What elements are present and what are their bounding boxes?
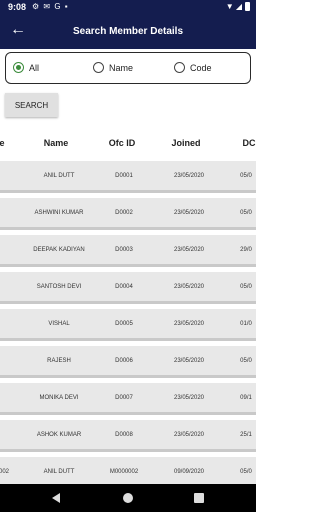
cell-joined: 23/05/2020 <box>173 210 205 216</box>
cell-name: MONIKA DEVI <box>39 395 79 401</box>
table-row[interactable]: ASHOK KUMAR D0008 23/05/2020 25/1 <box>0 420 256 452</box>
cell-joined: 23/05/2020 <box>173 432 205 438</box>
cell-name: ASHOK KUMAR <box>36 432 82 438</box>
table-row[interactable]: ANIL DUTT D0001 23/05/2020 05/0 <box>0 161 256 193</box>
radio-checked-icon <box>13 62 24 73</box>
radio-all[interactable]: All <box>13 62 39 73</box>
cell-ofc-id: D0003 <box>115 247 133 253</box>
search-button[interactable]: SEARCH <box>5 93 58 117</box>
radio-all-label: All <box>29 62 40 73</box>
battery-icon <box>245 2 250 11</box>
nav-recents-icon[interactable] <box>194 493 204 503</box>
table-row[interactable]: 002 ANIL DUTT M0000002 09/09/2020 05/0 <box>0 457 256 484</box>
radio-code[interactable]: Code <box>174 62 212 73</box>
radio-name[interactable]: Name <box>93 62 133 73</box>
cell-dc: 05/0 <box>240 469 252 475</box>
cell-name: ANIL DUTT <box>43 469 75 475</box>
cell-dc: 05/0 <box>240 173 252 179</box>
table-header: e Name Ofc ID Joined DC <box>0 124 256 158</box>
cell-ofc-id: D0006 <box>115 358 133 364</box>
cell-dc: 05/0 <box>240 210 252 216</box>
table-row[interactable]: DEEPAK KADIYAN D0003 23/05/2020 29/0 <box>0 235 256 267</box>
cell-dc: 09/1 <box>240 395 252 401</box>
radio-name-label: Name <box>109 62 134 73</box>
cell-dc: 25/1 <box>240 432 252 438</box>
cell-name: RAJESH <box>47 358 71 364</box>
table-row[interactable]: ASHWINI KUMAR D0002 23/05/2020 05/0 <box>0 198 256 230</box>
header-ofc-id: Ofc ID <box>108 138 136 148</box>
cell-col-0: 002 <box>0 469 10 475</box>
cell-joined: 23/05/2020 <box>173 247 205 253</box>
cell-dc: 05/0 <box>240 284 252 290</box>
cell-joined: 23/05/2020 <box>173 173 205 179</box>
status-bar: 9:08 ⚙ ✉ G ▪ ▼ ◢ <box>0 0 256 15</box>
cell-name: VISHAL <box>48 321 70 327</box>
cell-name: ANIL DUTT <box>43 173 75 179</box>
nav-back-icon[interactable] <box>52 493 60 503</box>
header-dc: DC <box>242 138 256 148</box>
cell-joined: 23/05/2020 <box>173 321 205 327</box>
status-right: ▼ ◢ <box>226 2 250 11</box>
cell-joined: 09/09/2020 <box>173 469 205 475</box>
table-row[interactable]: MONIKA DEVI D0007 23/05/2020 09/1 <box>0 383 256 415</box>
status-time: 9:08 <box>8 2 27 12</box>
system-nav-bar <box>0 484 256 512</box>
signal-icon: ▼ ◢ <box>225 2 242 11</box>
header-joined: Joined <box>171 138 201 148</box>
cell-name: SANTOSH DEVI <box>36 284 82 290</box>
cell-ofc-id: D0007 <box>115 395 133 401</box>
app-bar: ← Search Member Details <box>0 15 256 49</box>
cell-ofc-id: D0008 <box>115 432 133 438</box>
table-row[interactable]: RAJESH D0006 23/05/2020 05/0 <box>0 346 256 378</box>
header-name: Name <box>43 138 69 148</box>
table-row[interactable]: VISHAL D0005 23/05/2020 01/0 <box>0 309 256 341</box>
cell-ofc-id: D0001 <box>115 173 133 179</box>
cell-dc: 01/0 <box>240 321 252 327</box>
page-title: Search Member Details <box>72 26 184 37</box>
cell-ofc-id: D0002 <box>115 210 133 216</box>
cell-ofc-id: M0000002 <box>109 469 139 475</box>
radio-code-label: Code <box>190 62 212 73</box>
nav-home-icon[interactable] <box>123 493 133 503</box>
radio-unchecked-icon <box>93 62 104 73</box>
header-col-0: e <box>0 138 5 148</box>
cell-dc: 29/0 <box>240 247 252 253</box>
cell-joined: 23/05/2020 <box>173 395 205 401</box>
filter-radio-group: All Name Code <box>5 52 251 84</box>
cell-joined: 23/05/2020 <box>173 358 205 364</box>
members-table[interactable]: e Name Ofc ID Joined DC ANIL DUTT D0001 … <box>0 124 256 484</box>
radio-unchecked-icon <box>174 62 185 73</box>
cell-ofc-id: D0005 <box>115 321 133 327</box>
table-row[interactable]: SANTOSH DEVI D0004 23/05/2020 05/0 <box>0 272 256 304</box>
cell-name: DEEPAK KADIYAN <box>33 247 85 253</box>
notification-icons: ⚙ ✉ G ▪ <box>32 2 69 11</box>
cell-dc: 05/0 <box>240 358 252 364</box>
cell-joined: 23/05/2020 <box>173 284 205 290</box>
cell-ofc-id: D0004 <box>115 284 133 290</box>
cell-name: ASHWINI KUMAR <box>34 210 84 216</box>
